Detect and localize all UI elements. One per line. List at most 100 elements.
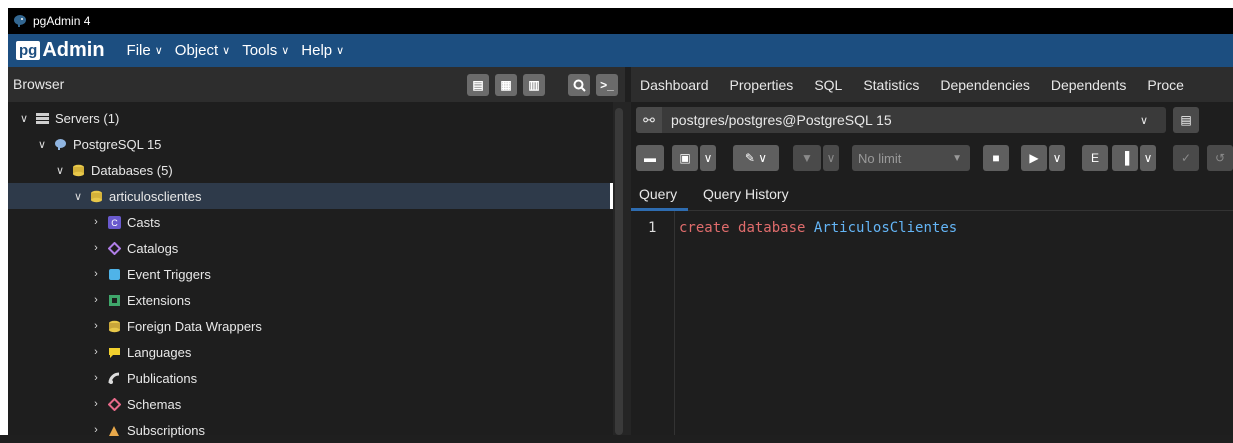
editor-gutter: 1 bbox=[631, 211, 675, 435]
panel-splitter[interactable] bbox=[613, 102, 631, 435]
chevron-down-icon: ∨ bbox=[154, 45, 163, 57]
tab-properties[interactable]: Properties bbox=[730, 77, 794, 93]
editor-line[interactable]: create database ArticulosClientes bbox=[679, 220, 957, 236]
query-tool-db-button[interactable]: ▤ bbox=[467, 74, 489, 96]
explain-button[interactable]: E bbox=[1082, 145, 1108, 171]
chevron-down-icon[interactable]: ∨ bbox=[54, 164, 66, 177]
catalogs-icon bbox=[107, 241, 121, 255]
chevron-down-icon[interactable]: ∨ bbox=[72, 190, 84, 203]
tab-dashboard[interactable]: Dashboard bbox=[640, 77, 709, 93]
chevron-down-icon[interactable]: ∨ bbox=[36, 138, 48, 151]
elephant-icon bbox=[53, 137, 67, 151]
tree-item-postgresql[interactable]: ∨ PostgreSQL 15 bbox=[8, 131, 641, 157]
connection-value: postgres/postgres@PostgreSQL 15 bbox=[671, 112, 892, 128]
view-data-button[interactable]: ▦ bbox=[495, 74, 517, 96]
sql-identifier: ArticulosClientes bbox=[813, 220, 958, 236]
tree-item-schemas[interactable]: › Schemas bbox=[8, 391, 695, 417]
edit-button[interactable]: ✎ ∨ bbox=[733, 145, 779, 171]
connection-select[interactable]: ⚯ postgres/postgres@PostgreSQL 15 ∨ bbox=[636, 107, 1166, 133]
tree-item-event-triggers[interactable]: › Event Triggers bbox=[8, 261, 695, 287]
tree-item-articulosclientes[interactable]: ∨ articulosclientes bbox=[8, 183, 613, 209]
tree-item-databases[interactable]: ∨ Databases (5) bbox=[8, 157, 659, 183]
tab-query[interactable]: Query bbox=[639, 186, 677, 202]
open-file-button[interactable]: ▬ bbox=[636, 145, 664, 171]
row-limit-select[interactable]: No limit ▼ bbox=[852, 145, 970, 171]
tab-query-history[interactable]: Query History bbox=[703, 186, 789, 202]
tab-processes[interactable]: Proce bbox=[1147, 77, 1184, 93]
commit-button[interactable]: ✓ bbox=[1173, 145, 1199, 171]
chevron-down-icon: ∨ bbox=[222, 45, 231, 57]
rollback-button[interactable]: ↺ bbox=[1207, 145, 1233, 171]
chevron-right-icon[interactable]: › bbox=[90, 424, 102, 436]
publications-icon bbox=[107, 371, 121, 385]
search-objects-button[interactable] bbox=[568, 74, 590, 96]
chevron-down-icon[interactable]: ∨ bbox=[18, 112, 30, 125]
tree-item-label: Publications bbox=[127, 370, 198, 386]
pgadmin-logo: pg Admin bbox=[16, 39, 105, 62]
object-tree: ∨ Servers (1) ∨ PostgreSQL 15 ∨ Database… bbox=[8, 102, 613, 438]
stop-icon: ■ bbox=[992, 151, 1000, 165]
save-button[interactable]: ▣ bbox=[672, 145, 698, 171]
tree-item-publications[interactable]: › Publications bbox=[8, 365, 695, 391]
explain-analyze-button[interactable]: ▐ bbox=[1112, 145, 1138, 171]
database-icon: ▤ bbox=[1180, 113, 1192, 127]
tree-item-servers[interactable]: ∨ Servers (1) bbox=[8, 105, 623, 131]
new-connection-button[interactable]: ▤ bbox=[1173, 107, 1199, 133]
window-title: pgAdmin 4 bbox=[33, 14, 91, 28]
bar-chart-icon: ▐ bbox=[1120, 151, 1130, 165]
tab-statistics[interactable]: Statistics bbox=[863, 77, 919, 93]
chevron-right-icon[interactable]: › bbox=[90, 294, 102, 306]
chevron-right-icon[interactable]: › bbox=[90, 372, 102, 384]
filter-button[interactable]: ▼ bbox=[793, 145, 821, 171]
menu-object[interactable]: Object ∨ bbox=[175, 42, 230, 59]
menu-tools[interactable]: Tools ∨ bbox=[242, 42, 289, 59]
chevron-right-icon[interactable]: › bbox=[90, 398, 102, 410]
query-toolbar: ▬ ▣ ∨ ✎ ∨ ▼ ∨ No limit ▼ ■ ▶ ∨ E ▐ ∨ ✓ ↺ bbox=[631, 139, 1233, 179]
explain-icon: E bbox=[1090, 151, 1099, 165]
tree-item-label: Subscriptions bbox=[127, 422, 206, 438]
window-frame-left bbox=[0, 0, 8, 435]
browser-title: Browser bbox=[13, 76, 65, 92]
tree-item-label: Extensions bbox=[127, 292, 191, 308]
commit-icon: ✓ bbox=[1180, 151, 1192, 165]
chevron-right-icon[interactable]: › bbox=[90, 216, 102, 228]
connection-bar: ⚯ postgres/postgres@PostgreSQL 15 ∨ ▤ bbox=[631, 102, 1233, 139]
connection-link-icon: ⚯ bbox=[636, 107, 662, 133]
save-dropdown-button[interactable]: ∨ bbox=[700, 145, 716, 171]
tree-item-casts[interactable]: › C Casts bbox=[8, 209, 695, 235]
chevron-down-icon: ∨ bbox=[826, 151, 836, 165]
chevron-right-icon[interactable]: › bbox=[90, 268, 102, 280]
chevron-right-icon[interactable]: › bbox=[90, 320, 102, 332]
tree-item-subscriptions[interactable]: › Subscriptions bbox=[8, 417, 695, 443]
logo-suffix: Admin bbox=[42, 39, 105, 61]
tab-sql[interactable]: SQL bbox=[814, 77, 842, 93]
search-icon bbox=[573, 79, 586, 92]
execute-dropdown-button[interactable]: ∨ bbox=[1049, 145, 1065, 171]
stop-button[interactable]: ■ bbox=[983, 145, 1009, 171]
extensions-icon bbox=[107, 293, 121, 307]
menu-help[interactable]: Help ∨ bbox=[301, 42, 344, 59]
tree-item-extensions[interactable]: › Extensions bbox=[8, 287, 695, 313]
filter-icon: ▼ bbox=[801, 151, 813, 165]
folder-icon: ▬ bbox=[644, 151, 656, 165]
filter-rows-button[interactable]: ▥ bbox=[523, 74, 545, 96]
browser-panel-header: Browser ▤ ▦ ▥ >_ bbox=[8, 67, 625, 102]
explain-dropdown-button[interactable]: ∨ bbox=[1140, 145, 1156, 171]
chevron-right-icon[interactable]: › bbox=[90, 242, 102, 254]
tree-item-languages[interactable]: › Languages bbox=[8, 339, 695, 365]
chevron-right-icon[interactable]: › bbox=[90, 346, 102, 358]
tab-dependents[interactable]: Dependents bbox=[1051, 77, 1127, 93]
menu-file[interactable]: File ∨ bbox=[127, 42, 163, 59]
event-triggers-icon bbox=[107, 267, 121, 281]
sql-editor[interactable]: 1 create database ArticulosClientes bbox=[631, 211, 1233, 435]
chevron-down-icon: ∨ bbox=[1052, 151, 1062, 165]
filter-dropdown-button[interactable]: ∨ bbox=[823, 145, 839, 171]
execute-button[interactable]: ▶ bbox=[1021, 145, 1047, 171]
psql-tool-button[interactable]: >_ bbox=[596, 74, 618, 96]
tab-dependencies[interactable]: Dependencies bbox=[940, 77, 1030, 93]
tree-item-catalogs[interactable]: › Catalogs bbox=[8, 235, 695, 261]
tree-item-label: Foreign Data Wrappers bbox=[127, 318, 262, 334]
splitter-grip[interactable] bbox=[615, 108, 623, 435]
tree-item-foreign-data-wrappers[interactable]: › Foreign Data Wrappers bbox=[8, 313, 695, 339]
rollback-icon: ↺ bbox=[1214, 151, 1226, 165]
